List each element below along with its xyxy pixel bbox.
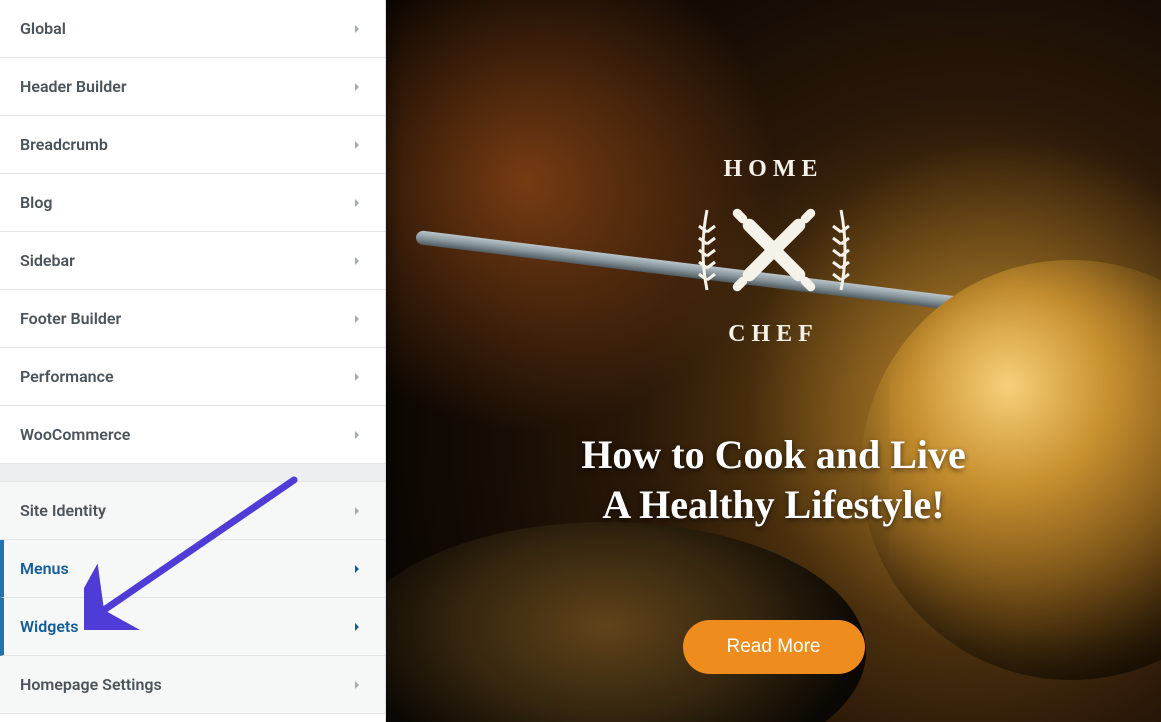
chevron-right-icon [349,21,365,37]
panel-label: Header Builder [20,77,127,96]
panel-menus[interactable]: Menus [0,540,385,598]
panel-label: WooCommerce [20,425,130,444]
panel-sidebar[interactable]: Sidebar [0,232,385,290]
panel-global[interactable]: Global [0,0,385,58]
panel-performance[interactable]: Performance [0,348,385,406]
site-preview: HOME [386,0,1161,722]
panel-label: Breadcrumb [20,135,108,154]
hero-heading-line1: How to Cook and Live [406,430,1141,480]
chevron-right-icon [349,427,365,443]
read-more-button[interactable]: Read More [683,620,865,674]
section-divider [0,464,385,482]
chevron-right-icon [349,195,365,211]
panel-label: Global [20,19,66,38]
panel-woocommerce[interactable]: WooCommerce [0,406,385,464]
chevron-right-icon [349,561,365,577]
logo-text-bottom: CHEF [664,321,884,348]
panel-label: Homepage Settings [20,675,162,694]
chevron-right-icon [349,619,365,635]
hero-heading: How to Cook and Live A Healthy Lifestyle… [386,430,1161,530]
hero-heading-line2: A Healthy Lifestyle! [406,480,1141,530]
panel-label: Footer Builder [20,309,121,328]
panel-label: Widgets [20,617,79,636]
logo-emblem-icon [689,185,859,315]
panel-header-builder[interactable]: Header Builder [0,58,385,116]
panel-footer-builder[interactable]: Footer Builder [0,290,385,348]
panel-label: Menus [20,559,69,578]
panel-widgets[interactable]: Widgets [0,598,385,656]
panel-label: Blog [20,193,52,212]
panel-label: Site Identity [20,501,106,520]
panel-breadcrumb[interactable]: Breadcrumb [0,116,385,174]
chevron-right-icon [349,369,365,385]
chevron-right-icon [349,503,365,519]
chevron-right-icon [349,677,365,693]
panel-homepage-settings[interactable]: Homepage Settings [0,656,385,714]
panel-blog[interactable]: Blog [0,174,385,232]
panel-label: Performance [20,367,114,386]
customizer-sidebar: Global Header Builder Breadcrumb Blog Si… [0,0,386,722]
panel-label: Sidebar [20,251,75,270]
chevron-right-icon [349,79,365,95]
chevron-right-icon [349,137,365,153]
chevron-right-icon [349,311,365,327]
logo-text-top: HOME [664,156,884,183]
chevron-right-icon [349,253,365,269]
panel-site-identity[interactable]: Site Identity [0,482,385,540]
site-logo: HOME [664,150,884,354]
